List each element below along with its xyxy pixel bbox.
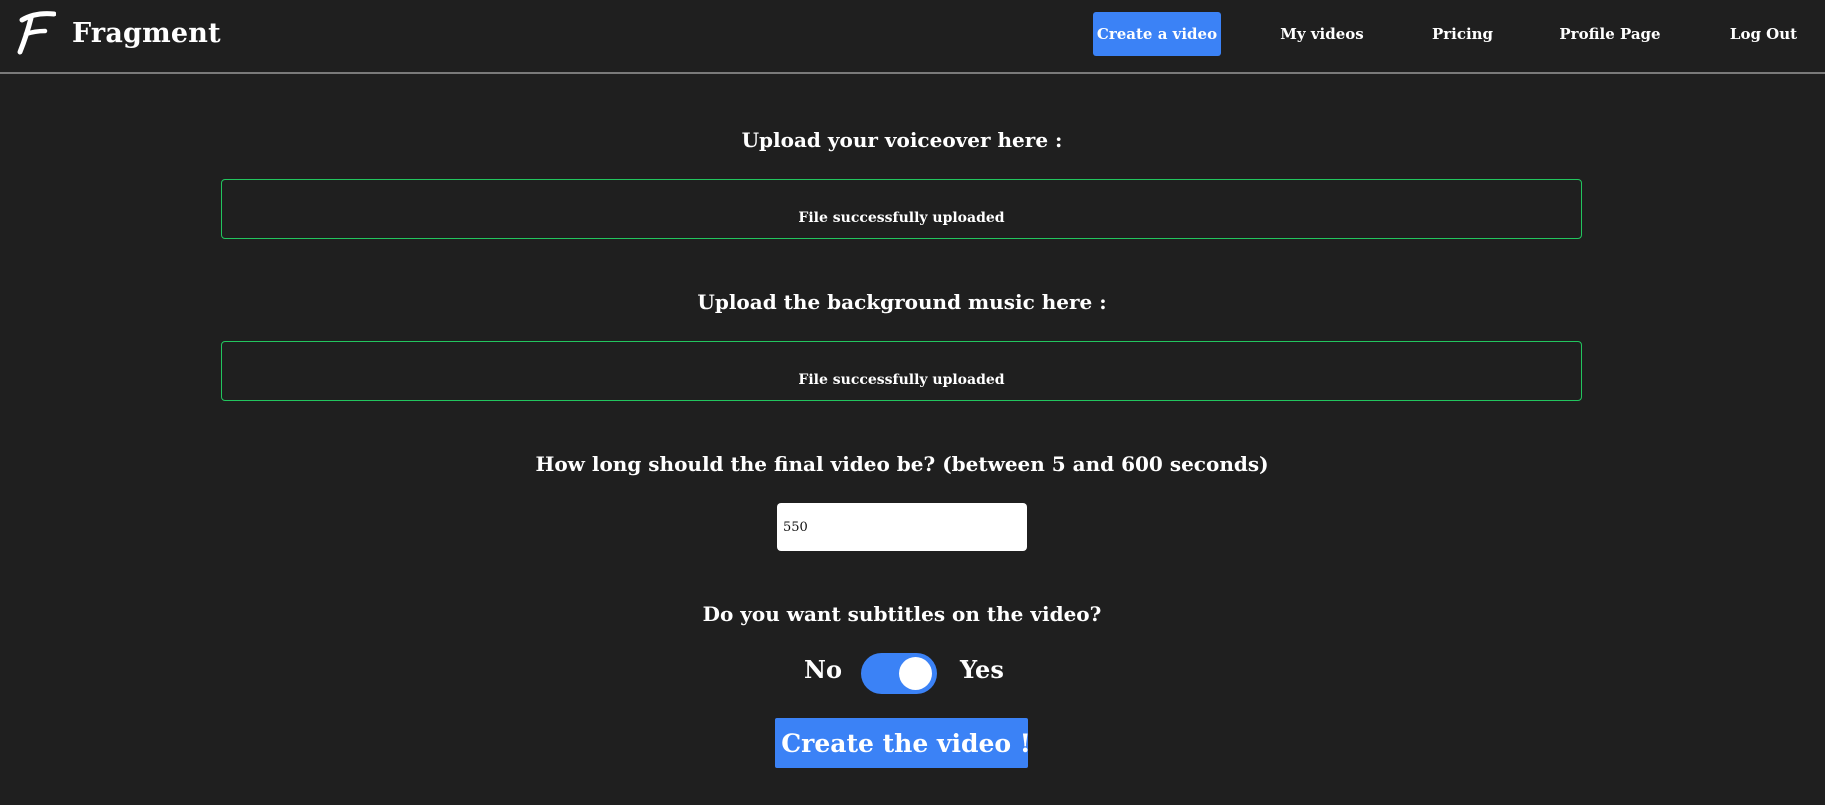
nav-create-video[interactable]: Create a video bbox=[1093, 12, 1221, 56]
voiceover-upload-title: Upload your voiceover here : bbox=[741, 128, 1063, 152]
subtitles-question: Do you want subtitles on the video? bbox=[702, 602, 1102, 626]
top-navbar: Fragment Create a video My videos Pricin… bbox=[0, 0, 1825, 74]
subtitles-yes-label: Yes bbox=[960, 655, 1004, 684]
brand-name: Fragment bbox=[72, 17, 221, 49]
music-upload-title: Upload the background music here : bbox=[697, 290, 1107, 314]
brand[interactable]: Fragment bbox=[14, 10, 221, 56]
nav-my-videos[interactable]: My videos bbox=[1272, 12, 1372, 56]
toggle-knob bbox=[899, 657, 932, 690]
duration-question: How long should the final video be? (bet… bbox=[535, 452, 1269, 476]
subtitles-toggle[interactable] bbox=[861, 653, 937, 694]
music-upload-status: File successfully uploaded bbox=[798, 372, 1005, 388]
nav-pricing[interactable]: Pricing bbox=[1425, 12, 1500, 56]
voiceover-dropzone[interactable]: File successfully uploaded bbox=[221, 179, 1582, 239]
duration-input[interactable] bbox=[777, 503, 1027, 551]
voiceover-upload-status: File successfully uploaded bbox=[798, 210, 1005, 226]
subtitles-no-label: No bbox=[804, 655, 842, 684]
nav-profile-page[interactable]: Profile Page bbox=[1555, 12, 1665, 56]
create-video-label: Create the video ! bbox=[781, 728, 1031, 758]
create-video-button[interactable]: Create the video ! bbox=[775, 718, 1031, 768]
fragment-f-logo-icon bbox=[17, 11, 56, 55]
nav-log-out[interactable]: Log Out bbox=[1721, 12, 1806, 56]
music-dropzone[interactable]: File successfully uploaded bbox=[221, 341, 1582, 401]
